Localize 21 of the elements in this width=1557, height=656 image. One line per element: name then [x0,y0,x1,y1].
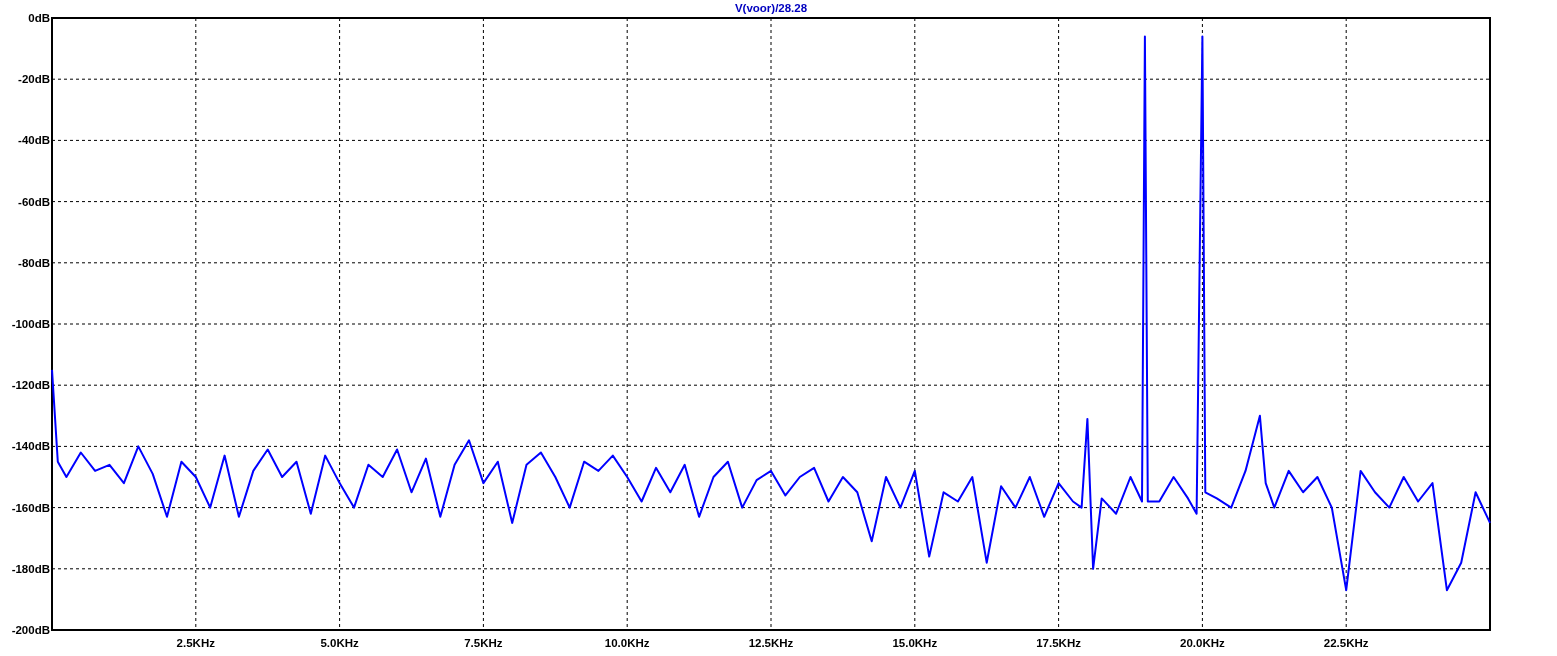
y-tick-label: -40dB [18,134,50,147]
x-tick-label: 2.5KHz [176,637,215,649]
x-tick-label: 20.0KHz [1180,637,1225,649]
x-tick-label: 10.0KHz [604,637,650,649]
x-tick-label: 17.5KHz [1036,637,1081,649]
x-tick-label: 5.0KHz [320,637,359,649]
y-tick-label: -140dB [11,440,50,453]
y-tick-label: 0dB [28,12,50,24]
y-tick-label: -20dB [18,73,50,86]
y-tick-label: -180dB [11,562,50,575]
x-tick-label: 22.5KHz [1323,637,1369,649]
x-tick-label: 7.5KHz [464,637,503,649]
y-tick-label: -200dB [11,624,50,636]
y-tick-label: -120dB [11,379,50,392]
y-tick-label: -60dB [18,195,50,208]
chart-title: V(voor)/28.28 [734,2,808,14]
x-tick-label: 15.0KHz [892,637,938,649]
y-tick-label: -80dB [18,256,50,269]
y-tick-label: -160dB [11,501,50,514]
x-tick-label: 12.5KHz [748,637,794,649]
y-tick-label: -100dB [11,318,50,330]
